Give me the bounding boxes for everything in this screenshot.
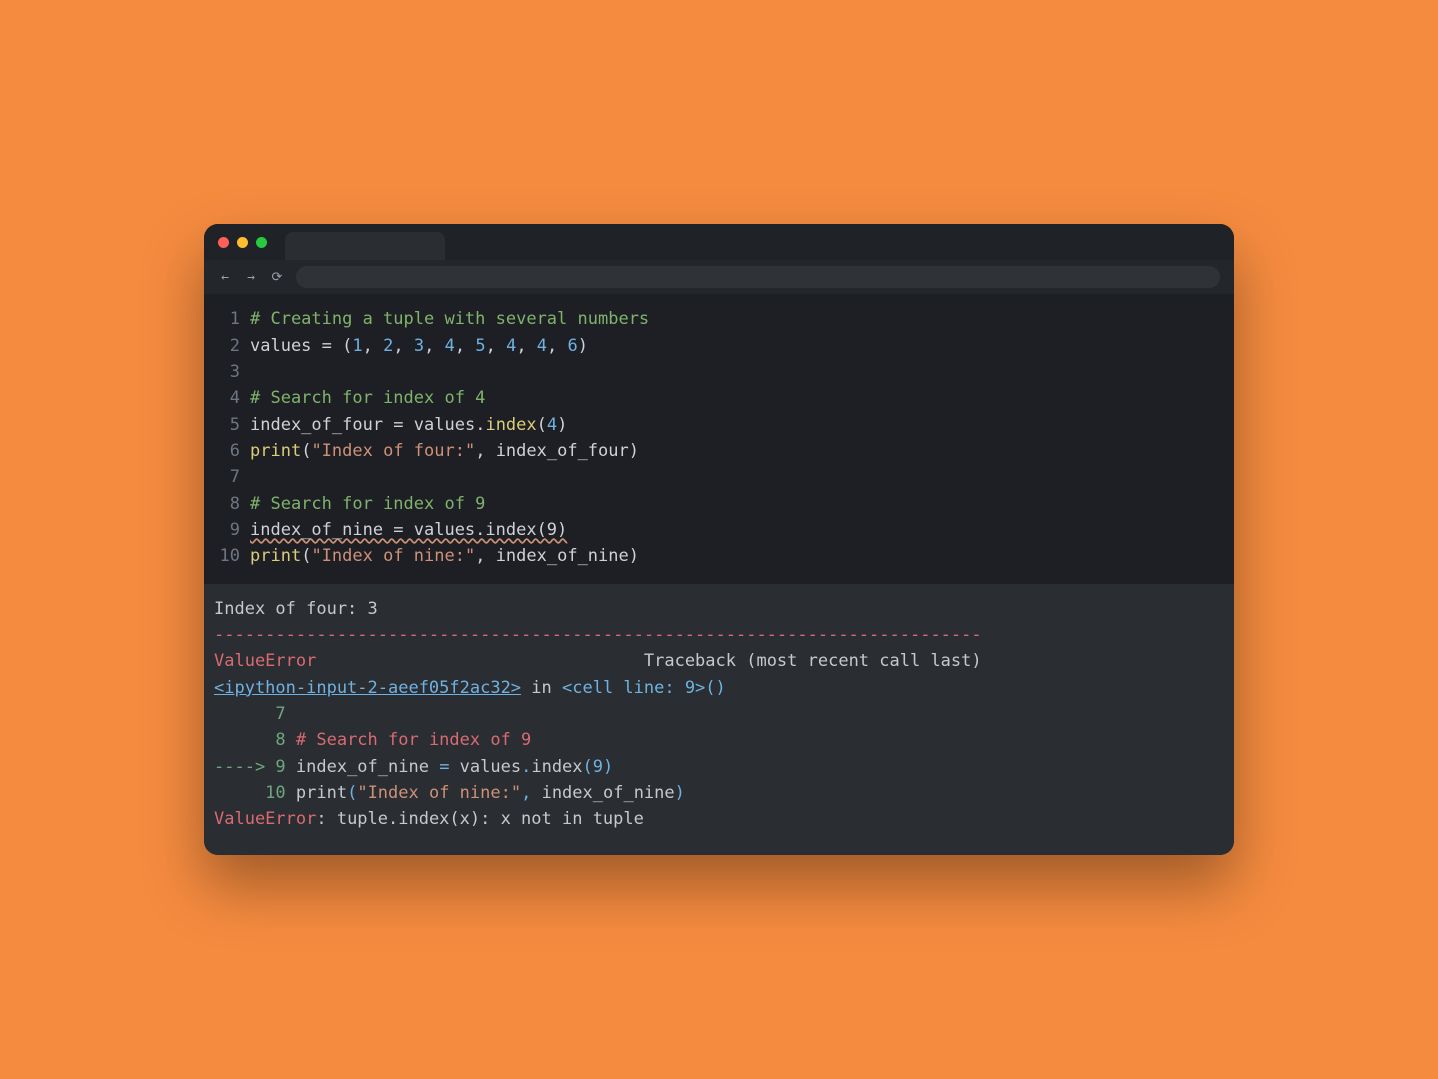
code-content: values = (1, 2, 3, 4, 5, 4, 4, 6) bbox=[250, 333, 588, 359]
code-line: 10print("Index of nine:", index_of_nine) bbox=[214, 543, 1224, 569]
code-content: index_of_nine = values.index(9) bbox=[250, 517, 567, 543]
line-number: 8 bbox=[214, 491, 250, 517]
line-number: 5 bbox=[214, 412, 250, 438]
code-line: 9index_of_nine = values.index(9) bbox=[214, 517, 1224, 543]
browser-tab[interactable] bbox=[285, 232, 445, 260]
code-editor[interactable]: 1# Creating a tuple with several numbers… bbox=[204, 294, 1234, 583]
line-number: 7 bbox=[214, 464, 250, 490]
output-line: 7 bbox=[214, 701, 1224, 727]
code-content: # Search for index of 4 bbox=[250, 385, 485, 411]
code-line: 8# Search for index of 9 bbox=[214, 491, 1224, 517]
close-icon[interactable] bbox=[218, 237, 229, 248]
forward-button[interactable]: → bbox=[244, 270, 258, 285]
code-content: print("Index of nine:", index_of_nine) bbox=[250, 543, 639, 569]
code-line: 4# Search for index of 4 bbox=[214, 385, 1224, 411]
line-number: 3 bbox=[214, 359, 250, 385]
code-line: 5index_of_four = values.index(4) bbox=[214, 412, 1224, 438]
line-number: 1 bbox=[214, 306, 250, 332]
output-line: ValueError: tuple.index(x): x not in tup… bbox=[214, 806, 1224, 832]
line-number: 2 bbox=[214, 333, 250, 359]
output-line: ValueError Traceback (most recent call l… bbox=[214, 648, 1224, 674]
code-content: # Creating a tuple with several numbers bbox=[250, 306, 649, 332]
title-bar bbox=[204, 224, 1234, 260]
line-number: 9 bbox=[214, 517, 250, 543]
minimize-icon[interactable] bbox=[237, 237, 248, 248]
line-number: 10 bbox=[214, 543, 250, 569]
code-line: 7 bbox=[214, 464, 1224, 490]
back-button[interactable]: ← bbox=[218, 270, 232, 285]
address-bar[interactable] bbox=[296, 266, 1220, 288]
nav-bar: ← → ⟳ bbox=[204, 260, 1234, 294]
output-line: <ipython-input-2-aeef05f2ac32> in <cell … bbox=[214, 675, 1224, 701]
code-content: # Search for index of 9 bbox=[250, 491, 485, 517]
code-content: index_of_four = values.index(4) bbox=[250, 412, 567, 438]
line-number: 6 bbox=[214, 438, 250, 464]
output-line: ----------------------------------------… bbox=[214, 622, 1224, 648]
maximize-icon[interactable] bbox=[256, 237, 267, 248]
output-line: ----> 9 index_of_nine = values.index(9) bbox=[214, 754, 1224, 780]
output-panel: Index of four: 3------------------------… bbox=[204, 584, 1234, 855]
code-line: 3 bbox=[214, 359, 1224, 385]
line-number: 4 bbox=[214, 385, 250, 411]
code-line: 1# Creating a tuple with several numbers bbox=[214, 306, 1224, 332]
code-line: 2values = (1, 2, 3, 4, 5, 4, 4, 6) bbox=[214, 333, 1224, 359]
reload-button[interactable]: ⟳ bbox=[270, 270, 284, 285]
code-content: print("Index of four:", index_of_four) bbox=[250, 438, 639, 464]
window-controls bbox=[218, 237, 267, 248]
output-line: Index of four: 3 bbox=[214, 596, 1224, 622]
output-line: 8 # Search for index of 9 bbox=[214, 727, 1224, 753]
output-line: 10 print("Index of nine:", index_of_nine… bbox=[214, 780, 1224, 806]
code-line: 6print("Index of four:", index_of_four) bbox=[214, 438, 1224, 464]
browser-window: ← → ⟳ 1# Creating a tuple with several n… bbox=[204, 224, 1234, 855]
